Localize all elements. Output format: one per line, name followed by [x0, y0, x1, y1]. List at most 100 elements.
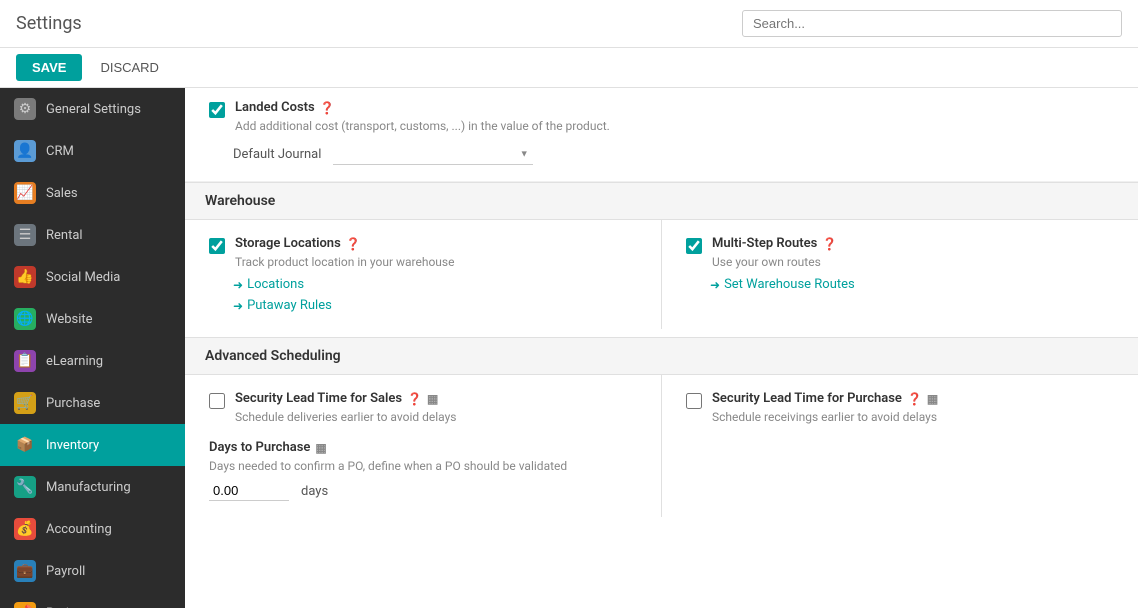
project-icon: 📌	[14, 602, 36, 608]
crm-icon: 👤	[14, 140, 36, 162]
security-lead-purchase-checkbox[interactable]	[686, 393, 702, 409]
sidebar-item-website[interactable]: 🌐 Website	[0, 298, 185, 340]
sales-icon: 📈	[14, 182, 36, 204]
landed-costs-description: Add additional cost (transport, customs,…	[235, 119, 610, 133]
elearning-icon: 📋	[14, 350, 36, 372]
social-icon: 👍	[14, 266, 36, 288]
advanced-scheduling-header: Advanced Scheduling	[185, 337, 1138, 375]
security-lead-purchase-col: Security Lead Time for Purchase ❓ ▦ Sche…	[662, 375, 1138, 517]
manufacturing-icon: 🔧	[14, 476, 36, 498]
default-journal-select[interactable]	[333, 143, 533, 165]
sidebar-item-general-settings[interactable]: ⚙ General Settings	[0, 88, 185, 130]
sidebar-item-social-media[interactable]: 👍 Social Media	[0, 256, 185, 298]
security-lead-purchase-help-icon[interactable]: ❓	[907, 392, 922, 406]
sidebar-item-inventory[interactable]: 📦 Inventory	[0, 424, 185, 466]
gear-icon: ⚙	[14, 98, 36, 120]
sidebar-item-payroll[interactable]: 💼 Payroll	[0, 550, 185, 592]
sidebar-item-label: CRM	[46, 144, 74, 159]
landed-costs-checkbox[interactable]	[209, 102, 225, 118]
discard-button[interactable]: DISCARD	[90, 54, 169, 81]
set-warehouse-routes-label: Set Warehouse Routes	[724, 277, 855, 292]
landed-costs-section: Landed Costs ❓ Add additional cost (tran…	[185, 88, 1138, 182]
days-to-purchase-label: Days to Purchase	[209, 440, 310, 455]
header: Settings	[0, 0, 1138, 48]
routes-arrow-icon: ➜	[710, 278, 720, 292]
security-lead-sales-label: Security Lead Time for Sales	[235, 391, 402, 406]
payroll-icon: 💼	[14, 560, 36, 582]
sidebar-item-sales[interactable]: 📈 Sales	[0, 172, 185, 214]
sidebar-item-label: Accounting	[46, 522, 112, 537]
warehouse-settings: Storage Locations ❓ Track product locati…	[185, 220, 1138, 329]
website-icon: 🌐	[14, 308, 36, 330]
sidebar: ⚙ General Settings 👤 CRM 📈 Sales ☰ Renta…	[0, 88, 185, 608]
sidebar-item-accounting[interactable]: 💰 Accounting	[0, 508, 185, 550]
sidebar-item-label: Payroll	[46, 564, 85, 579]
storage-locations-col: Storage Locations ❓ Track product locati…	[185, 220, 661, 329]
multi-step-routes-row: Multi-Step Routes ❓ Use your own routes	[686, 236, 1114, 269]
multi-step-routes-label: Multi-Step Routes	[712, 236, 817, 251]
storage-locations-checkbox[interactable]	[209, 238, 225, 254]
purchase-icon: 🛒	[14, 392, 36, 414]
days-to-purchase-description: Days needed to confirm a PO, define when…	[209, 459, 637, 473]
landed-costs-row: Landed Costs ❓ Add additional cost (tran…	[209, 100, 1114, 133]
security-lead-sales-description: Schedule deliveries earlier to avoid del…	[235, 410, 456, 424]
storage-locations-row: Storage Locations ❓ Track product locati…	[209, 236, 637, 269]
sidebar-item-purchase[interactable]: 🛒 Purchase	[0, 382, 185, 424]
sidebar-item-label: Manufacturing	[46, 480, 131, 495]
multi-step-routes-checkbox[interactable]	[686, 238, 702, 254]
main-layout: ⚙ General Settings 👤 CRM 📈 Sales ☰ Renta…	[0, 88, 1138, 608]
days-to-purchase-section: Days to Purchase ▦ Days needed to confir…	[209, 440, 637, 501]
accounting-icon: 💰	[14, 518, 36, 540]
inventory-icon: 📦	[14, 434, 36, 456]
putaway-rules-link-label: Putaway Rules	[247, 298, 332, 313]
advanced-scheduling-settings: Security Lead Time for Sales ❓ ▦ Schedul…	[185, 375, 1138, 517]
sidebar-item-label: Purchase	[46, 396, 100, 411]
multi-step-routes-description: Use your own routes	[712, 255, 837, 269]
multi-step-routes-col: Multi-Step Routes ❓ Use your own routes …	[662, 220, 1138, 329]
multi-step-routes-help-icon[interactable]: ❓	[822, 237, 837, 251]
locations-arrow-icon: ➜	[233, 278, 243, 292]
sidebar-item-label: Rental	[46, 228, 83, 243]
days-unit-label: days	[301, 484, 328, 499]
sidebar-item-project[interactable]: 📌 Project	[0, 592, 185, 608]
security-lead-sales-row: Security Lead Time for Sales ❓ ▦ Schedul…	[209, 391, 637, 424]
sidebar-item-label: General Settings	[46, 102, 141, 117]
locations-link-label: Locations	[247, 277, 304, 292]
warehouse-section-header: Warehouse	[185, 182, 1138, 220]
sidebar-item-label: Social Media	[46, 270, 120, 285]
sidebar-item-crm[interactable]: 👤 CRM	[0, 130, 185, 172]
set-warehouse-routes-link[interactable]: ➜ Set Warehouse Routes	[710, 277, 1114, 292]
security-lead-purchase-grid-icon: ▦	[927, 392, 938, 406]
storage-locations-description: Track product location in your warehouse	[235, 255, 454, 269]
save-button[interactable]: SAVE	[16, 54, 82, 81]
security-lead-sales-checkbox[interactable]	[209, 393, 225, 409]
toolbar: SAVE DISCARD	[0, 48, 1138, 88]
sidebar-item-elearning[interactable]: 📋 eLearning	[0, 340, 185, 382]
default-journal-label: Default Journal	[233, 147, 321, 162]
landed-costs-label: Landed Costs	[235, 100, 315, 115]
days-to-purchase-input-row: days	[209, 481, 637, 501]
storage-locations-label: Storage Locations	[235, 236, 341, 251]
days-to-purchase-input[interactable]	[209, 481, 289, 501]
default-journal-row: Default Journal	[233, 143, 1114, 165]
putaway-rules-link[interactable]: ➜ Putaway Rules	[233, 298, 637, 313]
sidebar-item-label: Inventory	[46, 438, 99, 453]
sidebar-item-label: Website	[46, 312, 93, 327]
security-lead-sales-grid-icon: ▦	[427, 392, 438, 406]
storage-locations-help-icon[interactable]: ❓	[346, 237, 361, 251]
sidebar-item-manufacturing[interactable]: 🔧 Manufacturing	[0, 466, 185, 508]
default-journal-select-wrapper	[333, 143, 533, 165]
page-title: Settings	[16, 13, 82, 34]
sidebar-item-label: eLearning	[46, 354, 103, 369]
content-area: Landed Costs ❓ Add additional cost (tran…	[185, 88, 1138, 608]
security-lead-purchase-label: Security Lead Time for Purchase	[712, 391, 902, 406]
sidebar-item-label: Sales	[46, 186, 78, 201]
putaway-arrow-icon: ➜	[233, 299, 243, 313]
security-lead-sales-col: Security Lead Time for Sales ❓ ▦ Schedul…	[185, 375, 661, 517]
sidebar-item-rental[interactable]: ☰ Rental	[0, 214, 185, 256]
locations-link[interactable]: ➜ Locations	[233, 277, 637, 292]
security-lead-sales-help-icon[interactable]: ❓	[407, 392, 422, 406]
landed-costs-help-icon[interactable]: ❓	[320, 101, 335, 115]
search-input[interactable]	[742, 10, 1122, 37]
security-lead-purchase-description: Schedule receivings earlier to avoid del…	[712, 410, 938, 424]
